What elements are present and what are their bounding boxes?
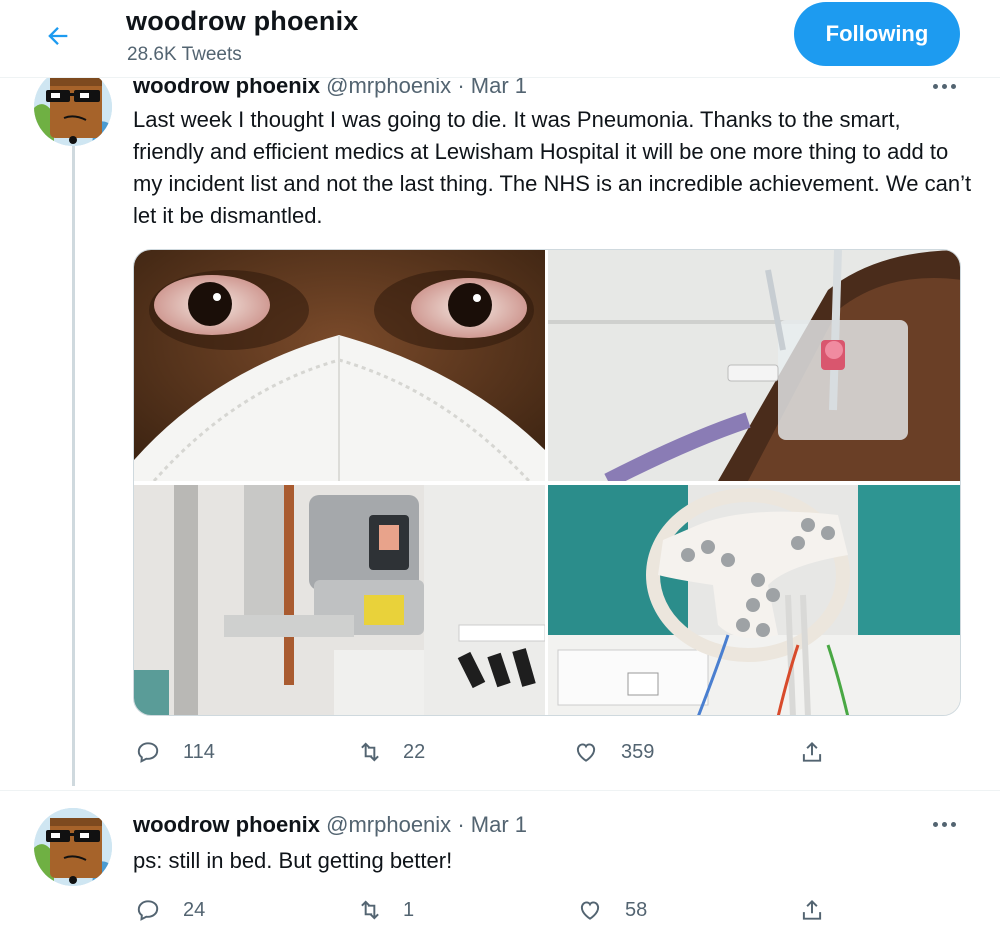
tweet-header: woodrow phoenix @mrphoenix · Mar 1 xyxy=(133,812,527,838)
tweet-text: ps: still in bed. But getting better! xyxy=(133,848,453,873)
heart-icon xyxy=(576,743,596,762)
separator-dot: · xyxy=(457,812,465,837)
retweet-arrows-icon xyxy=(361,742,379,762)
like-count: 58 xyxy=(625,898,648,921)
more-options-button[interactable] xyxy=(926,814,962,834)
share-button[interactable] xyxy=(799,739,825,765)
avatar-image xyxy=(34,68,112,146)
photo-eyes-mask[interactable] xyxy=(134,250,545,481)
reply-button[interactable]: 114 xyxy=(135,739,215,765)
reply-button[interactable]: 24 xyxy=(135,897,205,923)
like-count: 359 xyxy=(621,740,655,763)
speech-bubble-icon xyxy=(137,900,159,921)
like-button[interactable]: 58 xyxy=(577,897,647,923)
photo-xray-machine[interactable] xyxy=(134,485,545,715)
like-button[interactable]: 359 xyxy=(573,739,654,765)
share-upload-icon xyxy=(802,899,822,920)
reply-count: 24 xyxy=(183,898,206,921)
retweet-arrows-icon xyxy=(361,900,379,920)
following-button[interactable]: Following xyxy=(794,2,960,66)
avatar-image xyxy=(34,808,112,886)
speech-bubble-icon xyxy=(137,742,159,763)
author-name[interactable]: woodrow phoenix xyxy=(133,812,320,837)
avatar[interactable] xyxy=(34,808,112,886)
retweet-button[interactable]: 1 xyxy=(357,897,414,923)
heart-icon xyxy=(580,901,600,920)
tweet-text: Last week I thought I was going to die. … xyxy=(133,107,972,228)
photo-surgical-light[interactable] xyxy=(548,485,960,715)
retweet-count: 1 xyxy=(403,898,415,921)
avatar[interactable] xyxy=(34,68,112,146)
tweet-divider xyxy=(0,790,1000,791)
arrow-left-icon xyxy=(48,27,68,45)
more-horizontal-icon xyxy=(932,821,938,827)
author-handle[interactable]: @mrphoenix xyxy=(326,812,451,837)
tweet-date[interactable]: Mar 1 xyxy=(471,812,527,837)
more-horizontal-icon xyxy=(932,83,938,89)
profile-header: woodrow phoenix 28.6K Tweets Following xyxy=(0,0,1000,78)
more-options-button[interactable] xyxy=(926,76,962,96)
tweet-count: 28.6K Tweets xyxy=(127,44,242,65)
reply-count: 114 xyxy=(183,740,215,763)
share-button[interactable] xyxy=(799,897,825,923)
back-button[interactable] xyxy=(36,14,80,58)
share-upload-icon xyxy=(802,741,822,762)
retweet-count: 22 xyxy=(403,740,426,763)
profile-name: woodrow phoenix xyxy=(126,6,359,36)
retweet-button[interactable]: 22 xyxy=(357,739,425,765)
media-grid xyxy=(133,249,961,716)
photo-iv-cannula[interactable] xyxy=(548,250,960,481)
thread-connector-line xyxy=(72,146,75,786)
